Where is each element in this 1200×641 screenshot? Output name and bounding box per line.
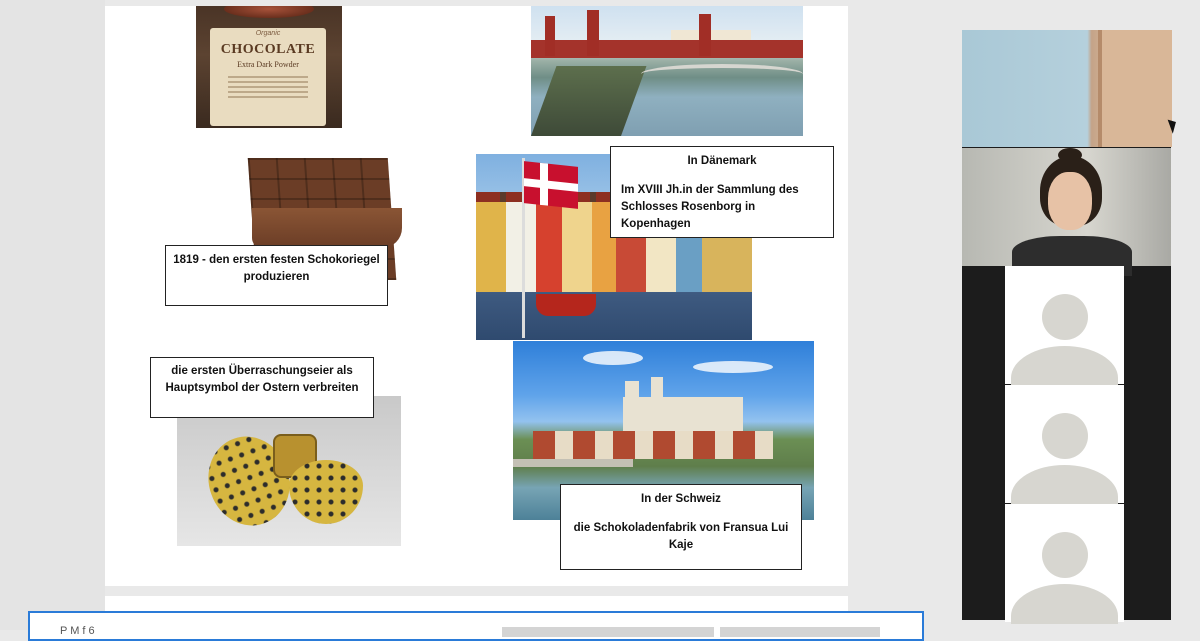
toolbar-field[interactable] xyxy=(502,627,714,637)
bar-melt xyxy=(252,208,402,248)
tower-shape xyxy=(545,16,555,56)
moscow-kremlin-image xyxy=(531,6,803,136)
package-label: Organic CHOCOLATE Extra Dark Powder xyxy=(210,28,326,126)
caption-denmark-text: Im XVIII Jh.in der Sammlung des Schlosse… xyxy=(621,184,799,230)
bridge-shape xyxy=(513,459,633,467)
cloud-shape xyxy=(583,351,643,365)
hair-bun xyxy=(1058,148,1082,162)
participant-avatar-tile[interactable] xyxy=(1005,266,1124,386)
avatar-icon xyxy=(1042,532,1088,578)
river-bank xyxy=(531,66,647,136)
participant-video-presenter[interactable] xyxy=(962,148,1171,276)
left-margin xyxy=(0,0,105,630)
chocolate-powder-image: Organic CHOCOLATE Extra Dark Powder xyxy=(196,6,342,128)
package-brand: Organic xyxy=(255,30,281,37)
door-shape xyxy=(1098,30,1172,147)
avatar-body xyxy=(1011,465,1118,505)
egg-half xyxy=(289,460,363,524)
caption-switzerland-title: In der Schweiz xyxy=(641,493,721,505)
kremlin-wall xyxy=(531,40,803,58)
caption-switzerland-text: die Schokoladenfabrik von Fransua Lui Ka… xyxy=(573,522,789,551)
church-tower xyxy=(625,381,639,411)
face-shape xyxy=(1048,172,1092,230)
cocoa-beans-graphic xyxy=(224,6,314,18)
avatar-icon xyxy=(1042,294,1088,340)
participant-avatar-tile[interactable] xyxy=(1005,385,1124,505)
church-tower xyxy=(651,377,663,411)
participant-video-room[interactable] xyxy=(962,30,1172,147)
caption-switzerland: In der Schweiz die Schokoladenfabrik von… xyxy=(560,484,802,570)
faberge-egg-image xyxy=(177,396,401,546)
package-subtitle: Extra Dark Powder xyxy=(237,60,299,69)
package-fineprint xyxy=(228,76,308,100)
cloud-shape xyxy=(693,361,773,373)
caption-easter-eggs: die ersten Überraschungseier als Hauptsy… xyxy=(150,357,374,418)
avatar-body xyxy=(1011,584,1118,624)
caption-1819: 1819 - den ersten festen Schokoriegel pr… xyxy=(165,245,388,306)
participant-avatar-tile[interactable] xyxy=(1005,504,1124,624)
avatar-body xyxy=(1011,346,1118,386)
bridge-shape xyxy=(641,64,803,84)
caption-denmark: In Dänemark Im XVIII Jh.in der Sammlung … xyxy=(610,146,834,238)
toolbar-partial-text: P M f 6 xyxy=(60,625,95,637)
town-roofs xyxy=(533,431,773,459)
tower-shape xyxy=(699,14,711,56)
tower-shape xyxy=(587,10,599,56)
toolbar-field[interactable] xyxy=(720,627,880,637)
danish-flag xyxy=(524,161,578,209)
boat-shape xyxy=(536,294,596,316)
package-title: CHOCOLATE xyxy=(220,42,316,57)
caption-denmark-title: In Dänemark xyxy=(687,155,757,167)
avatar-icon xyxy=(1042,413,1088,459)
bottom-toolbar[interactable]: P M f 6 xyxy=(28,611,924,641)
